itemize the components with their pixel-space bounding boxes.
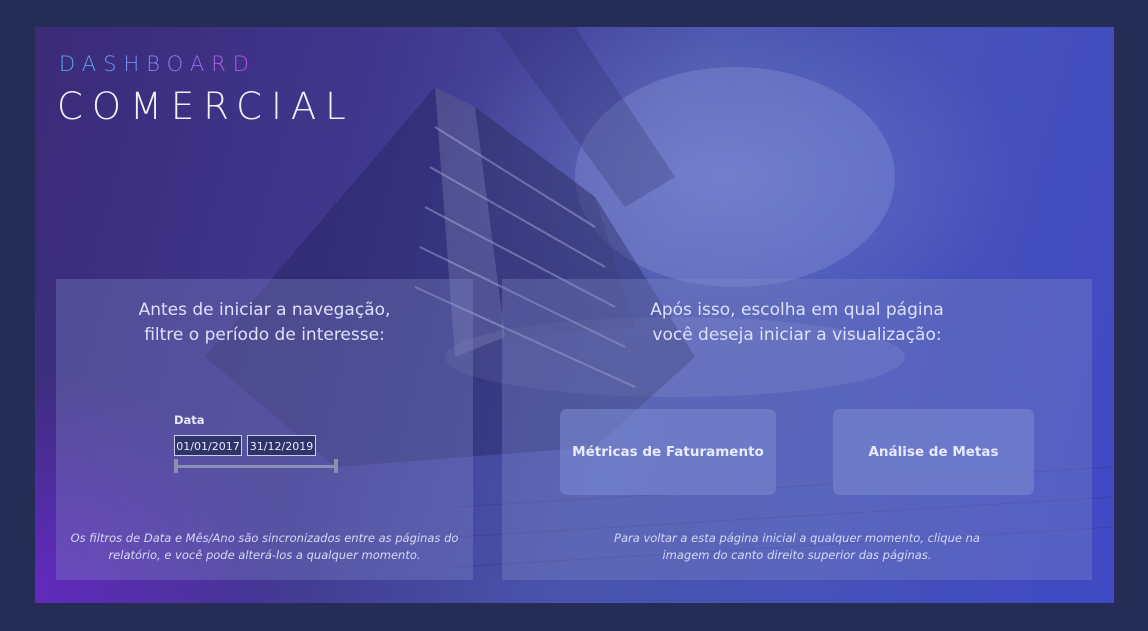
dashboard-canvas: DASHBOARD COMERCIAL Antes de iniciar a n… — [35, 27, 1114, 603]
dashboard-title-top: DASHBOARD — [59, 52, 256, 76]
navigation-instruction: Após isso, escolha em qual página você d… — [650, 300, 944, 345]
date-range-end-handle[interactable] — [334, 459, 338, 473]
goals-analysis-button[interactable]: Análise de Metas — [833, 409, 1034, 495]
date-filter-panel: Antes de iniciar a navegação, filtre o p… — [56, 279, 473, 580]
home-return-note: Para voltar a esta página inicial a qual… — [614, 531, 980, 562]
dashboard-title-main: COMERCIAL — [57, 85, 355, 128]
filter-instruction: Antes de iniciar a navegação, filtre o p… — [138, 300, 391, 345]
filter-sync-note: Os filtros de Data e Mês/Ano são sincron… — [70, 531, 459, 562]
end-date-input[interactable]: 31/12/2019 — [247, 435, 316, 456]
date-range-start-handle[interactable] — [174, 459, 178, 473]
date-slicer: Data 01/01/2017 31/12/2019 — [174, 413, 344, 483]
page-navigation-panel: Após isso, escolha em qual página você d… — [502, 279, 1092, 580]
date-slicer-label: Data — [174, 413, 205, 427]
start-date-input[interactable]: 01/01/2017 — [174, 435, 242, 456]
date-range-track[interactable] — [175, 465, 337, 468]
billing-metrics-button[interactable]: Métricas de Faturamento — [560, 409, 776, 495]
